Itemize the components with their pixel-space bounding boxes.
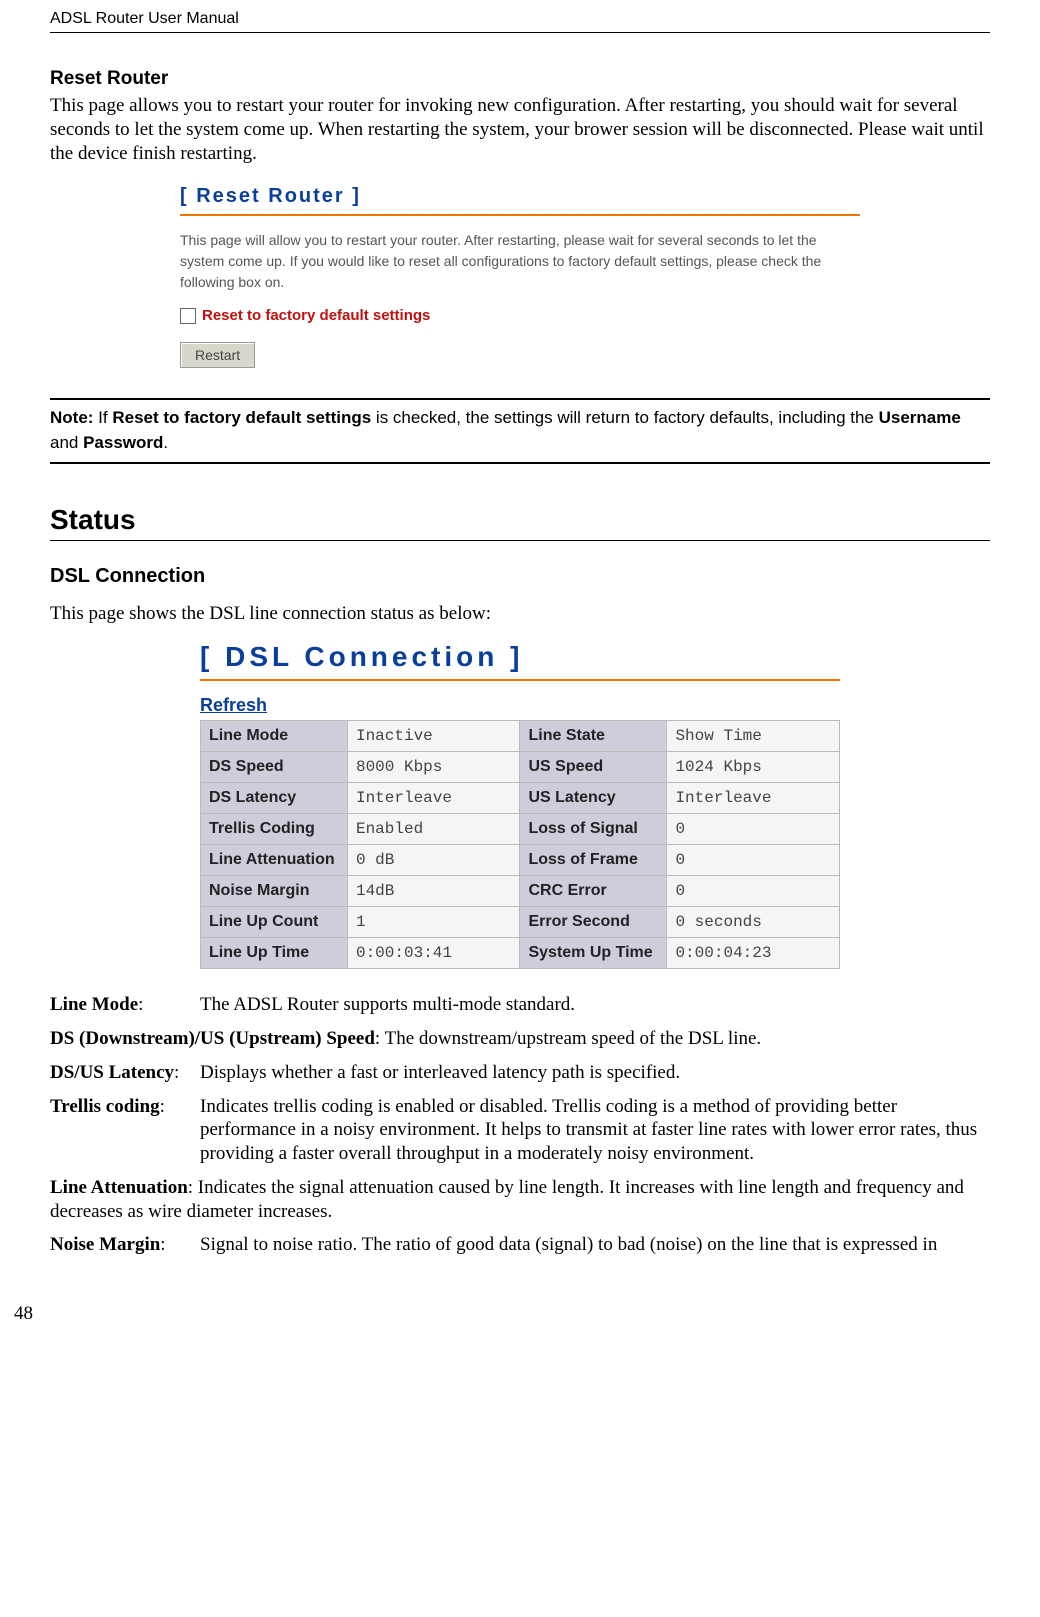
- dsl-status-table: Line ModeInactiveLine StateShow TimeDS S…: [200, 720, 840, 969]
- panel-description: This page will allow you to restart your…: [180, 230, 860, 293]
- reset-router-title: Reset Router: [50, 68, 990, 90]
- reset-router-panel: [ Reset Router ] This page will allow yo…: [180, 185, 860, 368]
- dsl-connection-heading: DSL Connection: [50, 565, 990, 588]
- table-label: US Latency: [520, 783, 667, 814]
- def-trellis: Trellis coding: Indicates trellis coding…: [50, 1095, 990, 1166]
- table-value: 0 dB: [347, 845, 520, 876]
- table-value: Enabled: [347, 814, 520, 845]
- dsl-panel-title: [ DSL Connection ]: [200, 641, 840, 681]
- table-value: 0:00:04:23: [667, 938, 840, 969]
- table-row: Line Up Count1Error Second0 seconds: [201, 907, 840, 938]
- page-number: 48: [14, 1303, 990, 1325]
- table-row: Line Attenuation0 dBLoss of Frame0: [201, 845, 840, 876]
- table-value: 8000 Kbps: [347, 752, 520, 783]
- refresh-link[interactable]: Refresh: [200, 695, 267, 716]
- reset-factory-checkbox-row: Reset to factory default settings: [180, 307, 860, 324]
- table-value: 1024 Kbps: [667, 752, 840, 783]
- table-row: DS LatencyInterleaveUS LatencyInterleave: [201, 783, 840, 814]
- def-noise-margin: Noise Margin: Signal to noise ratio. The…: [50, 1233, 990, 1257]
- table-label: System Up Time: [520, 938, 667, 969]
- table-label: Line State: [520, 721, 667, 752]
- reset-factory-label: Reset to factory default settings: [202, 307, 430, 324]
- table-value: Show Time: [667, 721, 840, 752]
- table-row: Noise Margin14dBCRC Error0: [201, 876, 840, 907]
- table-row: Line ModeInactiveLine StateShow Time: [201, 721, 840, 752]
- table-value: 0: [667, 845, 840, 876]
- table-label: Line Attenuation: [201, 845, 348, 876]
- table-label: Noise Margin: [201, 876, 348, 907]
- table-label: Line Up Time: [201, 938, 348, 969]
- page-content: ADSL Router User Manual Reset Router Thi…: [0, 0, 1040, 1355]
- table-row: Line Up Time0:00:03:41System Up Time0:00…: [201, 938, 840, 969]
- table-row: DS Speed8000 KbpsUS Speed1024 Kbps: [201, 752, 840, 783]
- reset-router-intro: This page allows you to restart your rou…: [50, 94, 990, 165]
- restart-button[interactable]: Restart: [180, 342, 255, 368]
- def-attenuation: Line Attenuation: Indicates the signal a…: [50, 1176, 990, 1224]
- table-label: Error Second: [520, 907, 667, 938]
- table-value: 1: [347, 907, 520, 938]
- table-value: 0: [667, 876, 840, 907]
- table-value: Interleave: [667, 783, 840, 814]
- table-label: Loss of Frame: [520, 845, 667, 876]
- table-label: CRC Error: [520, 876, 667, 907]
- table-label: Trellis Coding: [201, 814, 348, 845]
- dsl-connection-panel: [ DSL Connection ] Refresh Line ModeInac…: [200, 641, 840, 969]
- table-value: 0: [667, 814, 840, 845]
- table-label: DS Latency: [201, 783, 348, 814]
- table-value: Inactive: [347, 721, 520, 752]
- table-label: Line Up Count: [201, 907, 348, 938]
- table-value: 0 seconds: [667, 907, 840, 938]
- panel-title: [ Reset Router ]: [180, 185, 860, 216]
- document-header: ADSL Router User Manual: [50, 10, 990, 33]
- table-label: Line Mode: [201, 721, 348, 752]
- table-value: Interleave: [347, 783, 520, 814]
- def-ds-us-speed: DS (Downstream)/US (Upstream) Speed: The…: [50, 1027, 990, 1051]
- def-line-mode: Line Mode: The ADSL Router supports mult…: [50, 993, 990, 1017]
- status-heading: Status: [50, 504, 990, 541]
- table-value: 0:00:03:41: [347, 938, 520, 969]
- table-row: Trellis CodingEnabledLoss of Signal0: [201, 814, 840, 845]
- table-label: US Speed: [520, 752, 667, 783]
- def-latency: DS/US Latency: Displays whether a fast o…: [50, 1061, 990, 1085]
- note-block: Note: If Reset to factory default settin…: [50, 398, 990, 463]
- table-label: DS Speed: [201, 752, 348, 783]
- table-value: 14dB: [347, 876, 520, 907]
- dsl-intro: This page shows the DSL line connection …: [50, 602, 990, 626]
- definitions-list: Line Mode: The ADSL Router supports mult…: [50, 993, 990, 1257]
- table-label: Loss of Signal: [520, 814, 667, 845]
- reset-factory-checkbox[interactable]: [180, 308, 196, 324]
- note-prefix: Note:: [50, 408, 93, 427]
